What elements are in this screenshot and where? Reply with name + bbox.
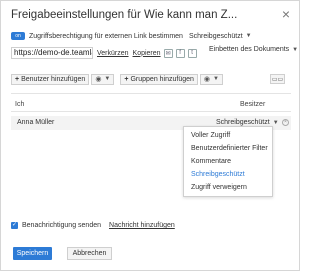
menu-item-comments[interactable]: Kommentare xyxy=(184,155,272,168)
eye-icon: ◉ xyxy=(203,76,211,83)
add-groups-button[interactable]: + Gruppen hinzufügen xyxy=(120,73,198,85)
embed-document-dropdown[interactable]: Einbetten des Dokuments ▼ xyxy=(209,46,298,53)
permission-value: Schreibgeschützt xyxy=(216,119,270,126)
menu-item-read-only[interactable]: Schreibgeschützt xyxy=(184,168,272,181)
permission-dropdown[interactable]: Schreibgeschützt ▼ xyxy=(216,119,279,126)
chevron-down-icon: ▼ xyxy=(292,46,299,53)
share-settings-dialog: Freigabeeinstellungen für Wie kann man Z… xyxy=(0,0,300,271)
add-message-link[interactable]: Nachricht hinzufügen xyxy=(109,222,175,229)
external-link-mode-value: Schreibgeschützt xyxy=(188,32,243,40)
chevron-down-icon: ▼ xyxy=(104,76,111,82)
menu-item-deny-access[interactable]: Zugriff verweigern xyxy=(184,181,272,194)
facebook-icon[interactable]: f xyxy=(175,48,185,58)
remove-user-icon[interactable]: × xyxy=(282,119,289,126)
cancel-button[interactable]: Abbrechen xyxy=(67,247,112,260)
shorten-link[interactable]: Verkürzen xyxy=(97,50,129,57)
plus-icon: + xyxy=(15,75,20,83)
close-icon[interactable]: × xyxy=(282,7,290,21)
divider xyxy=(11,111,291,112)
add-users-button[interactable]: + Benutzer hinzufügen xyxy=(11,73,90,85)
dialog-title: Freigabeeinstellungen für Wie kann man Z… xyxy=(11,9,238,21)
add-groups-label: Gruppen hinzufügen xyxy=(130,75,194,83)
groups-access-dropdown[interactable]: ◉ ▼ xyxy=(199,73,223,85)
column-header-owner: Besitzer xyxy=(240,101,266,108)
permission-menu: Voller Zugriff Benutzerdefinierter Filte… xyxy=(183,126,273,197)
embed-document-label: Einbetten des Dokuments xyxy=(209,46,290,53)
mail-icon[interactable]: ✉ xyxy=(163,48,173,58)
column-header-me: Ich xyxy=(15,101,25,108)
share-toolbar: + Benutzer hinzufügen ◉ ▼ + Gruppen hinz… xyxy=(11,73,225,85)
external-link-row: on Zugriffsberechtigung für externen Lin… xyxy=(11,30,252,42)
copy-link[interactable]: Kopieren xyxy=(133,50,161,57)
external-link-mode-dropdown[interactable]: Schreibgeschützt ▼ xyxy=(189,33,252,40)
notify-checkbox[interactable]: ✓ xyxy=(11,222,18,229)
save-button[interactable]: Speichern xyxy=(13,247,52,260)
chevron-down-icon: ▼ xyxy=(272,119,279,126)
plus-icon: + xyxy=(124,75,129,83)
notify-row: ✓ Benachrichtigung senden Nachricht hinz… xyxy=(11,222,175,229)
notify-label: Benachrichtigung senden xyxy=(22,222,102,229)
add-users-label: Benutzer hinzufügen xyxy=(21,75,86,83)
external-link-label: Zugriffsberechtigung für externen Link b… xyxy=(29,32,183,40)
user-name: Anna Müller xyxy=(17,119,55,126)
link-row: https://demo-de.teamlab Verkürzen Kopier… xyxy=(11,46,197,60)
menu-item-custom-filter[interactable]: Benutzerdefinierter Filter xyxy=(184,142,272,155)
eye-icon: ◉ xyxy=(95,76,102,83)
twitter-icon[interactable]: t xyxy=(187,48,197,58)
divider xyxy=(11,93,291,94)
chevron-down-icon: ▼ xyxy=(213,76,219,82)
chevron-down-icon: ▼ xyxy=(245,33,252,39)
users-access-dropdown[interactable]: ◉ ▼ xyxy=(91,73,115,85)
share-list-icon[interactable]: ▭▭ xyxy=(270,74,285,84)
link-url-field[interactable]: https://demo-de.teamlab xyxy=(11,47,93,59)
external-link-toggle[interactable]: on xyxy=(11,32,25,40)
menu-item-full-access[interactable]: Voller Zugriff xyxy=(184,129,272,142)
